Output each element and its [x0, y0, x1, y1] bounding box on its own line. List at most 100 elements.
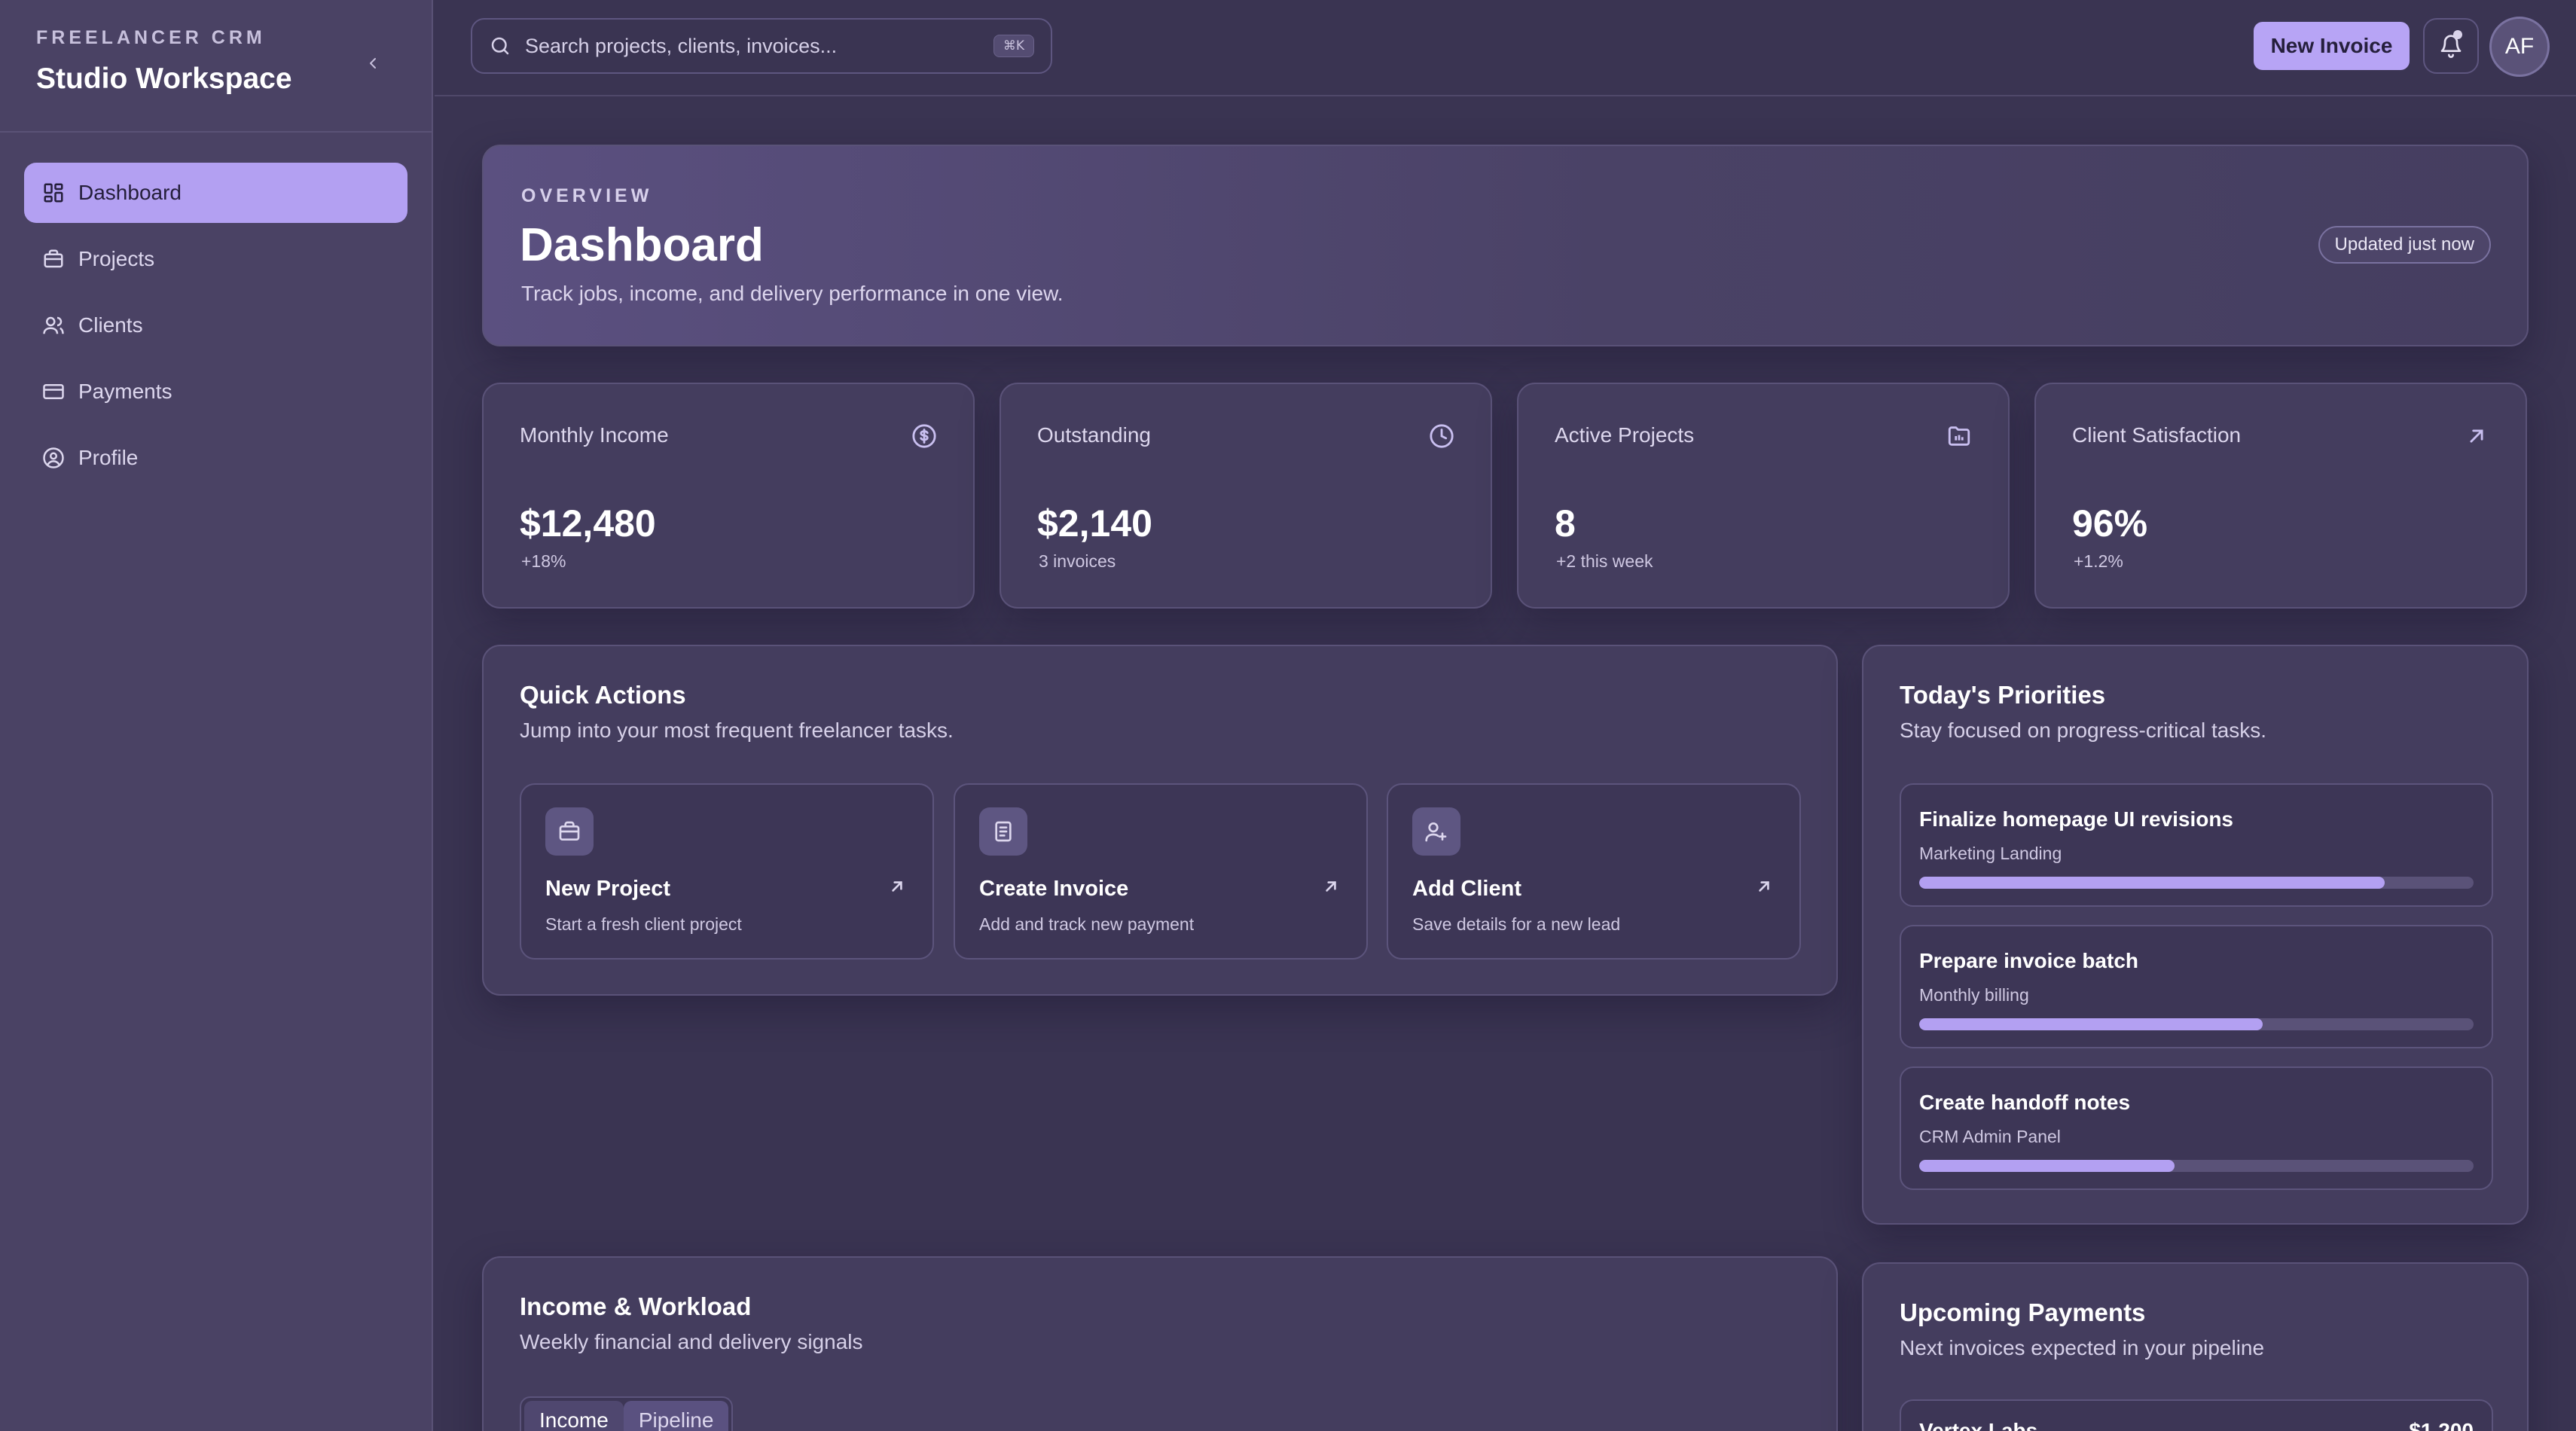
stat-card-monthly-income: Monthly Income $12,480 +18%	[482, 383, 975, 609]
arrow-up-right-icon	[892, 881, 902, 892]
status-badge: Updated just now	[2318, 226, 2491, 264]
income-tabs: Income Pipeline	[520, 1396, 734, 1431]
priority-title: Prepare invoice batch	[1919, 949, 2139, 972]
folder-icon	[1948, 426, 1970, 446]
payment-client: Vertex Labs	[1919, 1419, 2038, 1431]
priority-title: Create handoff notes	[1919, 1091, 2131, 1114]
users-icon	[43, 316, 64, 334]
brand-header: FREELANCER CRM Studio Workspace	[0, 0, 432, 133]
panel-subtitle: Stay focused on progress-critical tasks.	[1900, 719, 2267, 742]
clock-icon	[1430, 424, 1454, 448]
quick-action-icon-wrap	[1412, 807, 1460, 856]
priority-item[interactable]: Create handoff notes CRM Admin Panel	[1900, 1066, 2493, 1190]
upcoming-payments-panel: Upcoming Payments Next invoices expected…	[1862, 1262, 2529, 1431]
progress-bar	[1919, 1160, 2474, 1172]
avatar[interactable]: AF	[2489, 17, 2550, 77]
quick-action-subtitle: Add and track new payment	[979, 914, 1195, 934]
top-bar: ⌘K New Invoice AF	[435, 0, 2576, 96]
collapse-sidebar-button[interactable]	[359, 50, 386, 77]
stat-value: $12,480	[520, 502, 656, 545]
workspace-title: Studio Workspace	[36, 63, 292, 95]
dashboard-icon	[44, 183, 63, 203]
sidebar: FREELANCER CRM Studio Workspace Dashboar…	[0, 0, 433, 1431]
user-plus-icon	[1425, 822, 1447, 842]
stat-value: 96%	[2072, 502, 2148, 545]
quick-action-title: Create Invoice	[979, 877, 1129, 901]
payment-row[interactable]: Vertex Labs $1,200	[1900, 1399, 2493, 1431]
stat-value: $2,140	[1037, 502, 1152, 545]
quick-actions-panel: Quick Actions Jump into your most freque…	[482, 645, 1838, 996]
overview-card: OVERVIEW Dashboard Track jobs, income, a…	[482, 145, 2529, 346]
priority-project: Monthly billing	[1919, 985, 2029, 1005]
panel-title: Income & Workload	[520, 1292, 752, 1320]
progress-fill	[1919, 877, 2385, 889]
stat-label: Active Projects	[1555, 423, 1695, 447]
quick-action-create-invoice[interactable]: Create Invoice Add and track new payment	[954, 783, 1368, 960]
progress-bar	[1919, 877, 2474, 889]
sidebar-item-projects[interactable]: Projects	[24, 229, 407, 289]
credit-card-icon	[43, 384, 64, 399]
priority-project: Marketing Landing	[1919, 844, 2062, 863]
quick-action-subtitle: Save details for a new lead	[1412, 914, 1621, 934]
dollar-circle-icon	[912, 424, 936, 448]
progress-bar	[1919, 1018, 2474, 1030]
new-invoice-button[interactable]: New Invoice	[2254, 22, 2410, 70]
brand-kicker: FREELANCER CRM	[36, 27, 266, 48]
page-subtitle: Track jobs, income, and delivery perform…	[521, 282, 1064, 305]
sidebar-item-label: Profile	[78, 446, 139, 469]
panel-title: Today's Priorities	[1900, 681, 2106, 709]
payment-amount: $1,200	[2409, 1419, 2474, 1431]
stat-label: Outstanding	[1037, 423, 1151, 447]
sidebar-item-label: Payments	[78, 380, 172, 403]
notifications-button[interactable]	[2423, 18, 2479, 74]
search-box[interactable]: ⌘K	[471, 18, 1052, 74]
sidebar-item-payments[interactable]: Payments	[24, 362, 407, 422]
sidebar-item-profile[interactable]: Profile	[24, 428, 407, 488]
stat-delta: +2 this week	[1556, 551, 1653, 571]
stat-label: Monthly Income	[520, 423, 669, 447]
priority-item[interactable]: Prepare invoice batch Monthly billing	[1900, 925, 2493, 1048]
search-shortcut-hint: ⌘K	[993, 35, 1034, 57]
quick-action-title: New Project	[545, 877, 670, 901]
quick-action-title: Add Client	[1412, 877, 1521, 901]
quick-action-new-project[interactable]: New Project Start a fresh client project	[520, 783, 934, 960]
chevron-left-icon	[370, 58, 376, 69]
panel-subtitle: Jump into your most frequent freelancer …	[520, 719, 954, 742]
sidebar-item-clients[interactable]: Clients	[24, 295, 407, 355]
stat-card-active-projects: Active Projects 8 +2 this week	[1517, 383, 2010, 609]
stat-card-client-satisfaction: Client Satisfaction 96% +1.2%	[2034, 383, 2527, 609]
quick-action-subtitle: Start a fresh client project	[545, 914, 742, 934]
quick-action-icon-wrap	[545, 807, 594, 856]
overview-kicker: OVERVIEW	[521, 185, 653, 206]
page-title: Dashboard	[520, 219, 764, 271]
panel-subtitle: Next invoices expected in your pipeline	[1900, 1336, 2265, 1359]
stat-delta: +18%	[521, 551, 566, 571]
panel-subtitle: Weekly financial and delivery signals	[520, 1330, 863, 1353]
stat-delta: +1.2%	[2074, 551, 2123, 571]
progress-fill	[1919, 1018, 2263, 1030]
priorities-panel: Today's Priorities Stay focused on progr…	[1862, 645, 2529, 1225]
priority-title: Finalize homepage UI revisions	[1919, 807, 2234, 831]
notification-dot	[2453, 30, 2462, 39]
arrow-up-right-icon	[1326, 881, 1336, 892]
quick-action-add-client[interactable]: Add Client Save details for a new lead	[1387, 783, 1801, 960]
stat-card-outstanding: Outstanding $2,140 3 invoices	[1000, 383, 1492, 609]
search-icon	[491, 37, 509, 55]
priority-item[interactable]: Finalize homepage UI revisions Marketing…	[1900, 783, 2493, 907]
panel-title: Upcoming Payments	[1900, 1298, 2146, 1326]
tab-pipeline[interactable]: Pipeline	[623, 1401, 729, 1431]
arrow-up-right-icon	[1759, 881, 1769, 892]
briefcase-icon	[559, 821, 580, 841]
search-input[interactable]	[525, 34, 993, 58]
briefcase-icon	[44, 249, 63, 268]
stat-value: 8	[1555, 502, 1576, 545]
quick-action-icon-wrap	[979, 807, 1027, 856]
sidebar-item-label: Clients	[78, 313, 143, 337]
tab-income[interactable]: Income	[524, 1401, 624, 1431]
priority-project: CRM Admin Panel	[1919, 1127, 2061, 1146]
arrow-up-right-icon	[2470, 429, 2483, 443]
income-workload-panel: Income & Workload Weekly financial and d…	[482, 1256, 1838, 1431]
sidebar-nav: Dashboard Projects Clients Payments Prof…	[0, 133, 432, 524]
stat-delta: 3 invoices	[1039, 551, 1116, 571]
sidebar-item-dashboard[interactable]: Dashboard	[24, 163, 407, 223]
